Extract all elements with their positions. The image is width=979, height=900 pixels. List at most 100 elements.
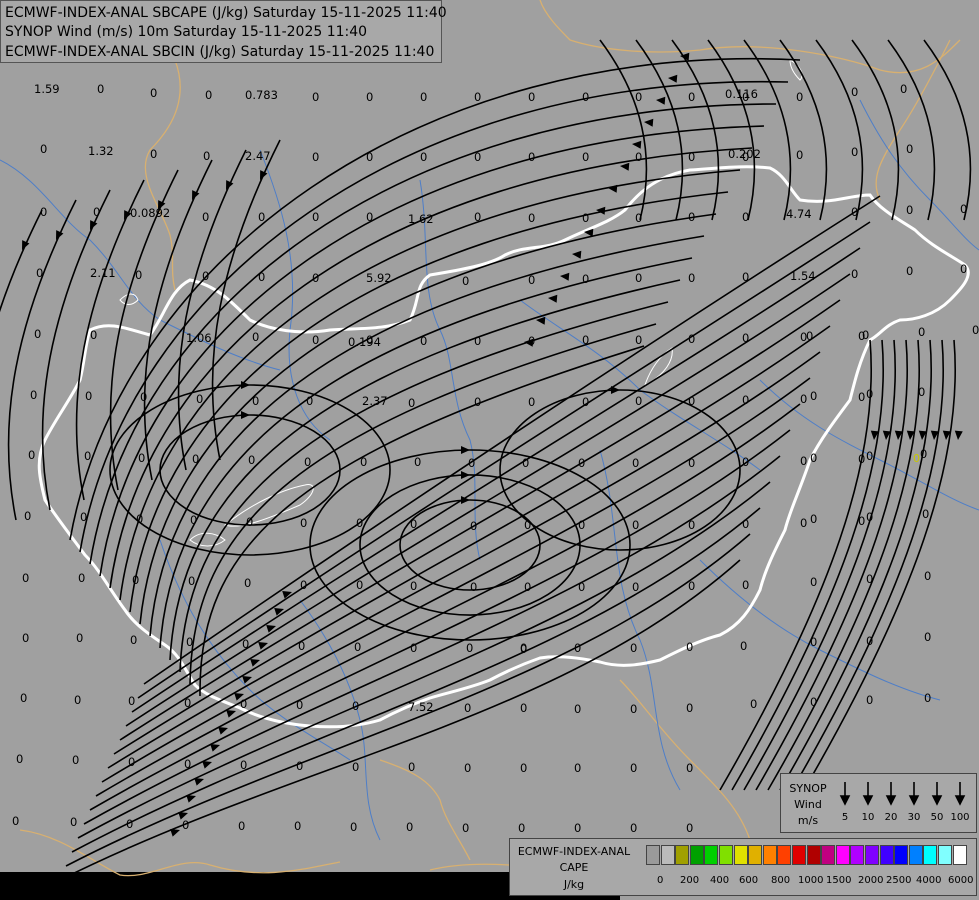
cape-value-label: 0 xyxy=(20,691,27,705)
cape-value-label: 0 xyxy=(406,820,413,834)
cape-value-label: 0 xyxy=(182,818,189,832)
cape-value-label: 0 xyxy=(688,332,695,346)
cape-value-label: 0 xyxy=(70,815,77,829)
cape-value-label: 0 xyxy=(635,333,642,347)
map-title-box: ECMWF-INDEX-ANAL SBCAPE (J/kg) Saturday … xyxy=(0,0,447,63)
cape-value-label: 0 xyxy=(468,456,475,470)
cape-value-label: 0 xyxy=(528,334,535,348)
cape-value-label: 0 xyxy=(464,701,471,715)
cape-value-label: 0 xyxy=(796,90,803,104)
cape-value-label: 0 xyxy=(688,150,695,164)
cape-value-label: 0 xyxy=(128,694,135,708)
cape-value-label: 0 xyxy=(900,82,907,96)
cape-value-label: 0 xyxy=(578,518,585,532)
cape-value-label: 0 xyxy=(474,334,481,348)
arrow-head-icon xyxy=(931,795,943,806)
cape-scale-label: 200 xyxy=(680,875,700,886)
cape-value-label: 0 xyxy=(528,273,535,287)
cape-value-label: 0 xyxy=(686,821,693,835)
title-sbcape: ECMWF-INDEX-ANAL SBCAPE (J/kg) Saturday … xyxy=(5,5,447,21)
cape-value-label: 0 xyxy=(410,579,417,593)
cape-value-label: 0 xyxy=(97,82,104,96)
cape-value-label: 0 xyxy=(240,697,247,711)
wind-speed-label: 5 xyxy=(841,812,849,823)
station-marker[interactable]: 0 xyxy=(913,452,920,465)
cape-value-label: 0 xyxy=(205,88,212,102)
cape-legend-unit: J/kg xyxy=(563,878,585,891)
cape-color-swatch xyxy=(835,845,850,865)
cape-value-label: 0 xyxy=(130,633,137,647)
cape-color-swatch xyxy=(894,845,909,865)
cape-value-label: 0 xyxy=(408,760,415,774)
cape-color-swatch xyxy=(952,845,967,865)
cape-color-swatch xyxy=(938,845,952,865)
cape-value-label: 0.116 xyxy=(725,87,758,101)
cape-value-label: 0 xyxy=(24,509,31,523)
map-view[interactable]: 1.59 0 0 0 0.783 0 0 0 0 0 0 0 0 0 0 0 0.116 0 0 1.32 0 0 2.47… xyxy=(0,0,979,900)
cape-value-label: 0 xyxy=(630,821,637,835)
cape-value-label: 0 xyxy=(972,323,979,337)
cape-value-label: 0 xyxy=(28,448,35,462)
cape-value-label: 0 xyxy=(524,580,531,594)
cape-value-label: 0 xyxy=(574,821,581,835)
wind-speed-label: 30 xyxy=(907,812,921,823)
cape-value-label: 0 xyxy=(742,210,749,224)
wind-speed-label: 100 xyxy=(950,812,970,823)
cape-color-swatch xyxy=(762,845,777,865)
cape-value-label: 0 xyxy=(742,517,749,531)
cape-value-label: 0 xyxy=(248,453,255,467)
cape-value-label: 0 xyxy=(806,329,813,343)
cape-value-label: 0 xyxy=(306,394,313,408)
wind-speed-label: 50 xyxy=(930,812,944,823)
cape-value-label: 0 xyxy=(810,575,817,589)
cape-value-label: 0 xyxy=(688,394,695,408)
arrow-head-icon xyxy=(862,795,874,806)
cape-value-label: 0 xyxy=(742,331,749,345)
cape-color-swatch xyxy=(704,845,719,865)
cape-value-label: 0 xyxy=(356,516,363,530)
synop-map-canvas[interactable]: 1.59 0 0 0 0.783 0 0 0 0 0 0 0 0 0 0 0 0.116 0 0 1.32 0 0 2.47… xyxy=(0,0,979,900)
cape-color-swatch xyxy=(908,845,923,865)
cape-value-label: 0 xyxy=(240,758,247,772)
cape-value-label: 2.11 xyxy=(90,266,116,280)
cape-value-label: 0 xyxy=(810,389,817,403)
cape-value-label: 0 xyxy=(252,394,259,408)
cape-value-label: 0 xyxy=(906,264,913,278)
cape-value-label: 0 xyxy=(244,576,251,590)
cape-color-swatch xyxy=(646,845,660,865)
cape-value-label: 0 xyxy=(800,516,807,530)
cape-value-label: 0 xyxy=(78,571,85,585)
cape-value-label: 0 xyxy=(312,271,319,285)
cape-color-swatch xyxy=(748,845,763,865)
cape-scale-label: 4000 xyxy=(916,875,942,886)
cape-value-label: 0 xyxy=(688,210,695,224)
cape-scale-label: 6000 xyxy=(948,875,974,886)
wind-speed-label: 20 xyxy=(884,812,898,823)
cape-value-label: 0 xyxy=(420,90,427,104)
cape-value-label: 0 xyxy=(312,90,319,104)
cape-value-label: 5.92 xyxy=(366,271,392,285)
cape-value-label: 0 xyxy=(578,580,585,594)
cape-value-label: 0 xyxy=(866,572,873,586)
cape-value-label: 0 xyxy=(474,90,481,104)
cape-value-label: 0 xyxy=(72,753,79,767)
cape-value-label: 0 xyxy=(40,142,47,156)
cape-value-label: 0 xyxy=(312,210,319,224)
cape-value-label: 0 xyxy=(366,90,373,104)
cape-value-label: 0 xyxy=(258,210,265,224)
cape-value-label: 0 xyxy=(635,90,642,104)
cape-value-label: 0 xyxy=(300,578,307,592)
cape-value-label: 0 xyxy=(851,267,858,281)
cape-color-swatch xyxy=(777,845,792,865)
cape-value-label: 0 xyxy=(866,693,873,707)
cape-value-label: 0 xyxy=(184,757,191,771)
cape-value-label: 0 xyxy=(203,149,210,163)
cape-value-label: 0 xyxy=(470,580,477,594)
cape-value-label: 0 xyxy=(300,516,307,530)
cape-value-label: 0 xyxy=(76,631,83,645)
cape-value-label: 0 xyxy=(36,266,43,280)
cape-value-label: 0 xyxy=(366,210,373,224)
cape-value-label: 0 xyxy=(132,573,139,587)
cape-value-label: 0 xyxy=(474,150,481,164)
cape-value-label: 2.47 xyxy=(245,149,271,163)
